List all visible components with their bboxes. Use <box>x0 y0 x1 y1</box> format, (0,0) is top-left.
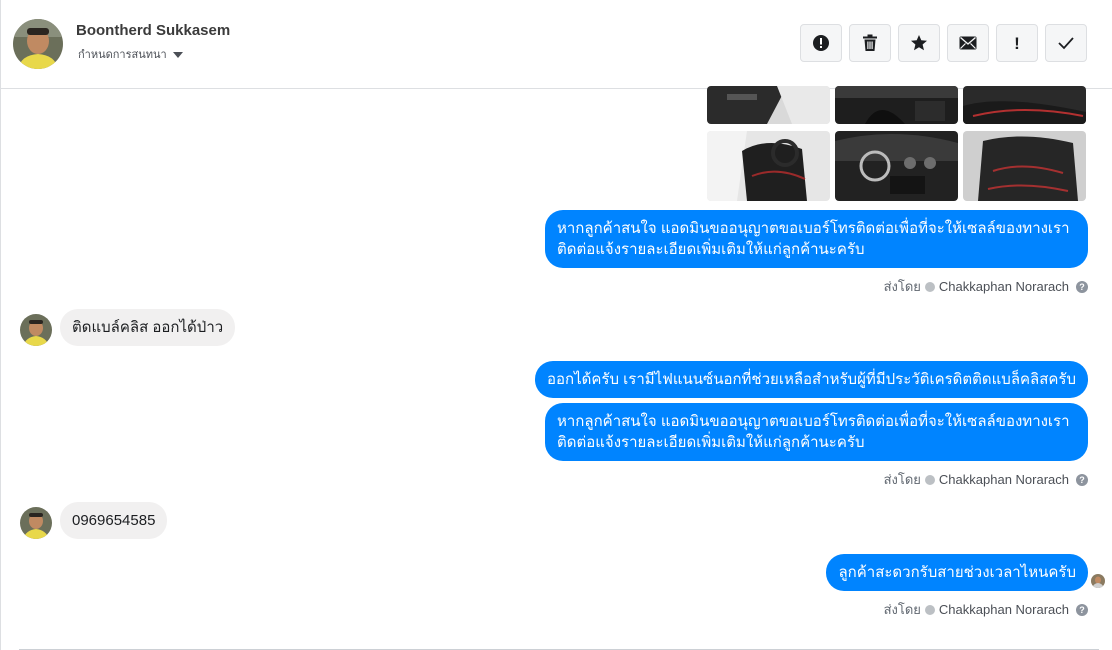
report-icon <box>813 35 829 51</box>
seen-avatar <box>1091 574 1105 588</box>
contact-avatar[interactable] <box>13 19 63 69</box>
attachment-photo[interactable] <box>963 131 1086 201</box>
outgoing-message[interactable]: ออกได้ครับ เรามีไฟแนนซ์นอกที่ช่วยเหลือสำ… <box>535 361 1088 398</box>
sent-by-label: ส่งโดย Chakkaphan Norarach ? <box>884 599 1088 620</box>
sent-by-label: ส่งโดย Chakkaphan Norarach ? <box>884 469 1088 490</box>
envelope-icon <box>959 36 977 50</box>
attachment-photo[interactable] <box>963 86 1086 124</box>
verified-check-icon <box>924 474 935 485</box>
sent-by-prefix: ส่งโดย <box>883 602 921 617</box>
star-button[interactable] <box>898 24 940 62</box>
mark-unread-button[interactable] <box>947 24 989 62</box>
help-icon[interactable]: ? <box>1076 473 1088 486</box>
caret-down-icon <box>172 51 183 58</box>
conversation-status-dropdown[interactable]: กำหนดการสนทนา <box>78 45 183 63</box>
agent-name[interactable]: Chakkaphan Norarach <box>939 602 1069 617</box>
help-icon[interactable]: ? <box>1076 603 1088 616</box>
follow-up-button[interactable]: ! <box>996 24 1038 62</box>
attachment-photo[interactable] <box>707 131 830 201</box>
conversation-header: Boontherd Sukkasem กำหนดการสนทนา ! <box>1 0 1112 89</box>
outgoing-message[interactable]: หากลูกค้าสนใจ แอดมินขออนุญาตขอเบอร์โทรติ… <box>545 210 1088 268</box>
exclamation-icon: ! <box>1014 33 1020 53</box>
verified-check-icon <box>924 281 935 292</box>
incoming-message[interactable]: ติดแบล์คลิส ออกได้ป่าว <box>60 309 236 346</box>
incoming-message[interactable]: 0969654585 <box>60 502 168 539</box>
verified-check-icon <box>924 604 935 615</box>
agent-name[interactable]: Chakkaphan Norarach <box>939 279 1069 294</box>
attachment-photo[interactable] <box>707 86 830 124</box>
attachment-photo[interactable] <box>835 86 958 124</box>
contact-name: Boontherd Sukkasem <box>76 22 231 39</box>
outgoing-message[interactable]: ลูกค้าสะดวกรับสายช่วงเวลาไหนครับ <box>826 554 1088 591</box>
conversation-toolbar: ! <box>800 24 1087 62</box>
trash-icon <box>863 34 877 51</box>
sender-avatar[interactable] <box>20 507 52 539</box>
sent-by-label: ส่งโดย Chakkaphan Norarach ? <box>884 276 1088 297</box>
agent-name[interactable]: Chakkaphan Norarach <box>939 472 1069 487</box>
delete-button[interactable] <box>849 24 891 62</box>
sent-by-prefix: ส่งโดย <box>883 472 921 487</box>
inbox-conversation-panel: Boontherd Sukkasem กำหนดการสนทนา ! หากลู… <box>0 0 1112 650</box>
status-label: กำหนดการสนทนา <box>78 49 167 61</box>
attachment-photo[interactable] <box>835 131 958 201</box>
message-thread[interactable]: หากลูกค้าสนใจ แอดมินขออนุญาตขอเบอร์โทรติ… <box>1 86 1112 650</box>
sender-avatar[interactable] <box>20 314 52 346</box>
outgoing-message[interactable]: หากลูกค้าสนใจ แอดมินขออนุญาตขอเบอร์โทรติ… <box>545 403 1088 461</box>
sent-by-prefix: ส่งโดย <box>883 279 921 294</box>
checkmark-icon <box>1058 37 1074 50</box>
star-icon <box>911 35 927 51</box>
mark-done-button[interactable] <box>1045 24 1087 62</box>
help-icon[interactable]: ? <box>1076 280 1088 293</box>
report-button[interactable] <box>800 24 842 62</box>
